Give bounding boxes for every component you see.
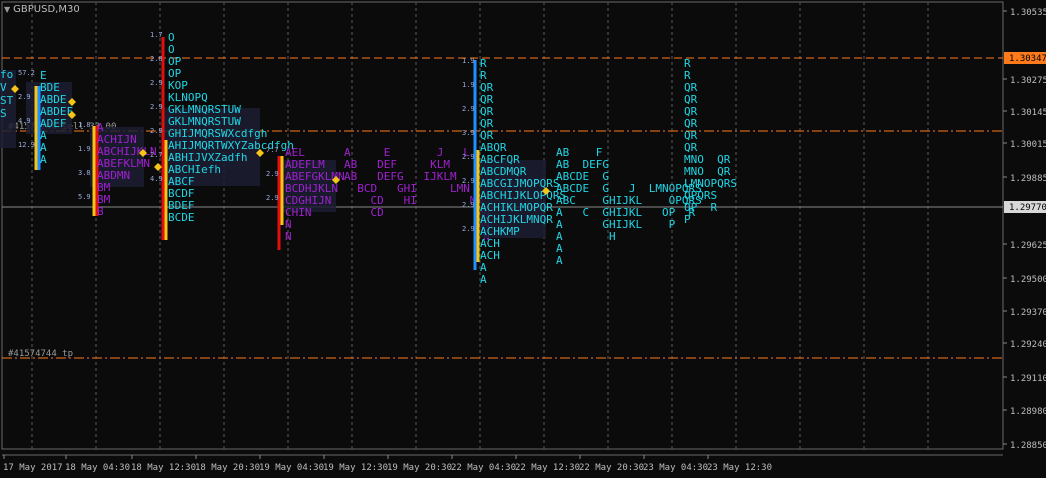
- tpo-row: A H: [556, 230, 616, 243]
- price-tick-label: 1.29110: [1010, 374, 1046, 384]
- tpo-count-label: 2.9: [462, 201, 475, 209]
- price-tick-label: 1.30145: [1010, 108, 1046, 118]
- price-tick-label: 1.30535: [1010, 8, 1046, 18]
- price-chart[interactable]: 1.30535 1.30275 1.30145 1.30015 1.29885 1.296…: [0, 0, 1046, 478]
- tpo-count-label: 2.9: [266, 194, 279, 202]
- tpo-count-label: 2.9: [462, 153, 475, 161]
- time-tick-label: 19 May 20:30: [387, 463, 452, 473]
- time-tick-label: 17 May 2017: [3, 463, 63, 473]
- tpo-row: A: [480, 273, 487, 286]
- tpo-count-label: 12.9: [18, 141, 35, 149]
- tpo-count-label: 2.9: [150, 127, 163, 135]
- bid-price-label: 1.29770: [1009, 203, 1046, 213]
- tpo-row: S: [0, 107, 7, 120]
- tpo-count-label: 1.7: [150, 31, 163, 39]
- tpo-count-label: 3.9: [462, 129, 475, 137]
- tpo-count-label: 1.8: [78, 121, 91, 129]
- tpo-row: A: [556, 254, 563, 267]
- price-tick-label: 1.28980: [1010, 407, 1046, 417]
- tpo-count-label: 2.9: [462, 177, 475, 185]
- price-tick-label: 1.29500: [1010, 275, 1046, 285]
- tpo-row: B: [97, 205, 104, 218]
- time-tick-label: 23 May 04:30: [643, 463, 708, 473]
- price-tick-label: 1.29370: [1010, 308, 1046, 318]
- tpo-count-label: 57.2: [18, 69, 35, 77]
- price-tick-label: 1.30275: [1010, 76, 1046, 86]
- tpo-row: A: [40, 153, 47, 166]
- time-tick-label: 18 May 20:30: [195, 463, 260, 473]
- tpo-count-label: 3.8: [78, 169, 91, 177]
- tpo-row: BCDE: [168, 211, 195, 224]
- tpo-count-label: 1.9: [462, 57, 475, 65]
- tpo-count-label: 2.9: [18, 93, 31, 101]
- time-tick-label: 22 May 20:30: [579, 463, 644, 473]
- tpo-row: N: [285, 230, 292, 243]
- tpo-row: fo: [0, 68, 13, 81]
- price-tick-label: 1.28850: [1010, 441, 1046, 451]
- tpo-count-label: 2.8: [150, 55, 163, 63]
- chart-window[interactable]: ▼ GBPUSD,M30 1.30535 1.30275 1.30145 1.30015…: [0, 0, 1046, 478]
- time-tick-label: 18 May 12:30: [131, 463, 196, 473]
- tpo-count-label: 2.7: [150, 151, 163, 159]
- tpo-count-label: 5.9: [78, 193, 91, 201]
- tpo-row: V: [0, 81, 7, 94]
- current-price-label: 1.30347: [1009, 54, 1046, 64]
- order-tp-label: #41574744 tp: [8, 349, 73, 359]
- tpo-count-label: 1.9: [78, 145, 91, 153]
- time-tick-label: 18 May 04:30: [65, 463, 130, 473]
- tpo-row: P: [684, 213, 691, 226]
- time-tick-label: 23 May 12:30: [707, 463, 772, 473]
- time-tick-label: 19 May 04:30: [259, 463, 324, 473]
- price-tick-label: 1.29240: [1010, 340, 1046, 350]
- time-tick-label: 22 May 04:30: [451, 463, 516, 473]
- tpo-count-label: 2.9: [266, 170, 279, 178]
- price-tick-label: 1.29625: [1010, 241, 1046, 251]
- tpo-count-label: 4.9: [18, 117, 31, 125]
- marker-diamond: [154, 163, 162, 171]
- tpo-count-label: 2.9: [150, 103, 163, 111]
- price-tick-label: 1.30015: [1010, 140, 1046, 150]
- price-tick-label: 1.29885: [1010, 174, 1046, 184]
- tpo-count-label: 2.9: [462, 225, 475, 233]
- tpo-count-label: 2.9: [150, 79, 163, 87]
- tpo-row: ST: [0, 94, 14, 107]
- tpo-count-label: 4.9: [150, 175, 163, 183]
- tpo-count-label: 7.7: [266, 146, 279, 154]
- time-tick-label: 19 May 12:30: [323, 463, 388, 473]
- tpo-count-label: 2.9: [462, 105, 475, 113]
- time-tick-label: 22 May 12:30: [515, 463, 580, 473]
- tpo-count-label: 1.9: [462, 81, 475, 89]
